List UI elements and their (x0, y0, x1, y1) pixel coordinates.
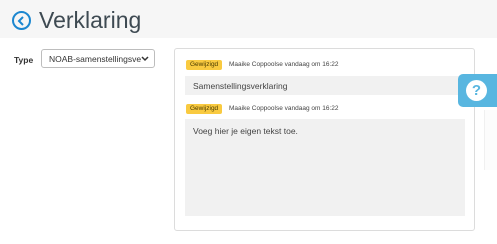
page-header: Verklaring (0, 0, 497, 38)
entry-meta: Maaike Coppoolse vandaag om 16:22 (229, 61, 339, 68)
type-select[interactable]: NOAB-samenstellingsverklaring (41, 49, 155, 68)
side-panel-edge (484, 110, 497, 170)
statement-panel: Gewijzigd Maaike Coppoolse vandaag om 16… (174, 48, 475, 231)
help-button[interactable]: ? (458, 74, 497, 107)
question-mark-icon: ? (466, 80, 487, 101)
page-title: Verklaring (39, 7, 142, 33)
status-badge: Gewijzigd (186, 60, 223, 70)
chevron-down-icon (141, 56, 149, 62)
statement-text-area[interactable]: Voeg hier je eigen tekst toe. (185, 119, 465, 216)
entry-meta: Maaike Coppoolse vandaag om 16:22 (229, 105, 339, 112)
status-badge: Gewijzigd (186, 104, 223, 114)
type-label: Type (14, 55, 34, 65)
chevron-left-icon (17, 15, 24, 26)
statement-title-field[interactable]: Samenstellingsverklaring (185, 76, 465, 95)
type-select-value: NOAB-samenstellingsverklaring (49, 54, 141, 64)
back-button[interactable] (12, 11, 31, 30)
